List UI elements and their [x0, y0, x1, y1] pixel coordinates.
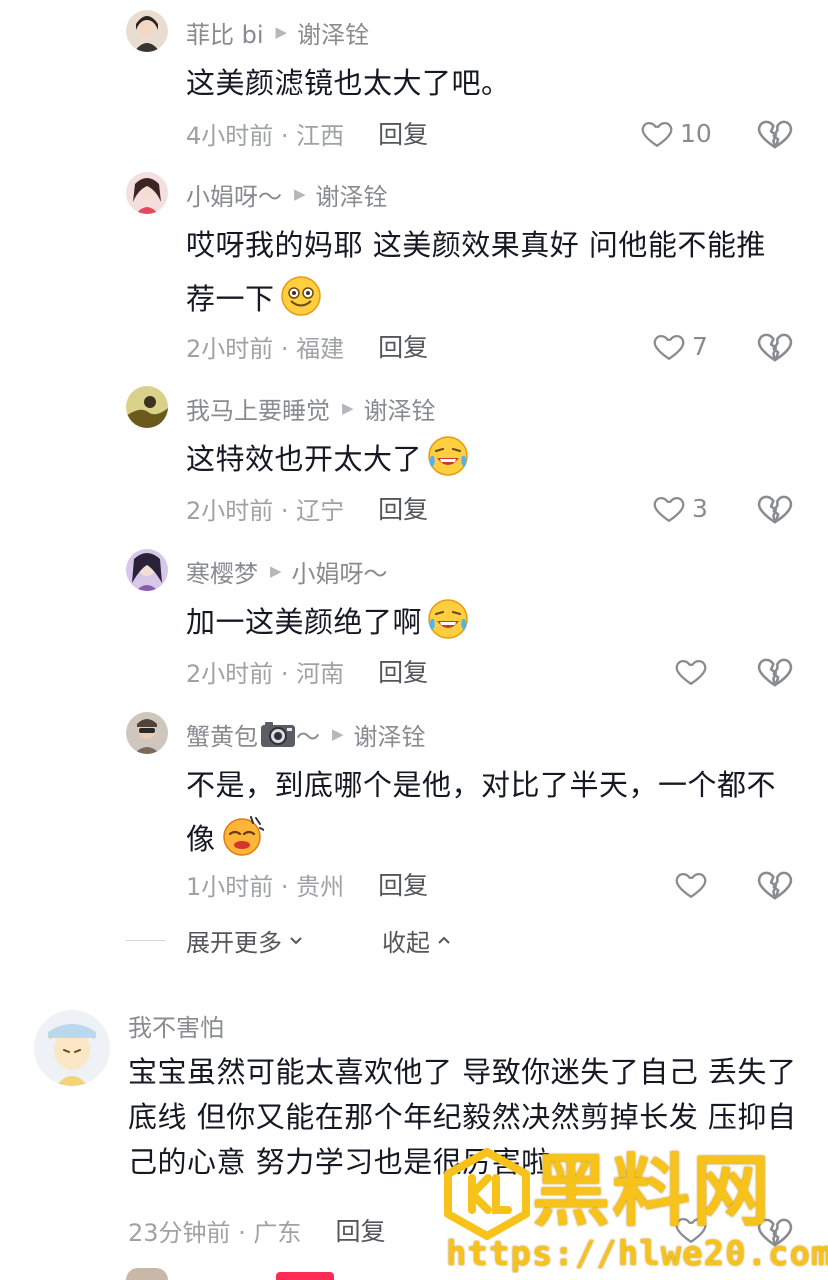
reply-to-user[interactable]: 谢泽铨 [316, 177, 388, 212]
avatar[interactable] [126, 386, 168, 428]
comment-text: 这特效也开太大了 [186, 432, 782, 486]
like-count: 10 [680, 118, 712, 148]
heart-icon [641, 121, 673, 148]
reply-button[interactable]: 回复 [378, 866, 428, 902]
comment-text: 加一这美颜绝了啊 [186, 595, 782, 649]
dislike-broken-heart-icon[interactable] [756, 327, 794, 365]
reply-to-user[interactable]: 小娟呀～ [292, 554, 388, 589]
avatar[interactable] [34, 1010, 110, 1086]
reply-arrow-icon: ▶ [294, 185, 306, 203]
username[interactable]: 我不害怕 [128, 1008, 224, 1043]
expand-more-button[interactable]: 展开更多 [186, 923, 304, 958]
time-location: 4小时前 · 江西 [186, 121, 345, 150]
expand-more-label: 展开更多 [186, 928, 282, 957]
watermark-logo-icon [444, 1148, 530, 1240]
reply-button[interactable]: 回复 [378, 328, 428, 364]
time-location: 1小时前 · 贵州 [186, 872, 345, 901]
avatar[interactable] [126, 549, 168, 591]
reply-to-user[interactable]: 谢泽铨 [364, 391, 436, 426]
heart-icon [653, 334, 685, 361]
username-suffix: ～ [296, 722, 320, 751]
reply-button[interactable]: 回复 [378, 653, 428, 689]
reply-arrow-icon: ▶ [275, 23, 288, 41]
collapse-button[interactable]: 收起 [382, 923, 452, 958]
sweat-emoji-icon [222, 816, 264, 856]
username[interactable]: 菲比 bi [186, 15, 264, 50]
comment-text-content: 加一这美颜绝了啊 [186, 605, 423, 639]
heart-icon [675, 872, 707, 899]
time-location: 2小时前 · 福建 [186, 334, 345, 363]
username[interactable]: 蟹黄包 [186, 717, 258, 752]
chevron-up-icon [438, 936, 450, 944]
reply-arrow-icon: ▶ [342, 399, 354, 417]
time-location: 2小时前 · 河南 [186, 659, 345, 688]
avatar[interactable] [126, 172, 168, 214]
comment-text-content: 这美颜滤镜也太大了吧。 [186, 66, 511, 100]
laugh-cry-emoji-icon [428, 436, 468, 476]
reply-to-user[interactable]: 谢泽铨 [297, 15, 369, 50]
divider [126, 939, 166, 941]
laugh-cry-emoji-icon [428, 599, 468, 639]
avatar[interactable] [126, 1268, 168, 1280]
reply-button[interactable]: 回复 [378, 490, 428, 526]
expand-collapse-row: 展开更多 收起 [126, 920, 452, 960]
like-button[interactable]: 3 [652, 488, 708, 528]
reply-arrow-icon: ▶ [332, 725, 344, 743]
time-location: 2小时前 · 辽宁 [186, 496, 345, 525]
smile-emoji-icon [280, 276, 321, 316]
dislike-broken-heart-icon[interactable] [756, 865, 794, 903]
watermark-url: https://hlwe20.com [446, 1234, 828, 1274]
status-badge [276, 1272, 334, 1280]
dislike-broken-heart-icon[interactable] [756, 489, 794, 527]
dislike-broken-heart-icon[interactable] [756, 652, 794, 690]
like-button[interactable] [674, 864, 708, 904]
watermark: 黑料网 https://hlwe20.com [436, 1146, 828, 1280]
watermark-text: 黑料网 [532, 1147, 773, 1237]
comment-text: 这美颜滤镜也太大了吧。 [186, 56, 782, 110]
time-location: 23分钟前 · 广东 [128, 1218, 302, 1247]
avatar[interactable] [126, 712, 168, 754]
comment-text: 哎呀我的妈耶 这美颜效果真好 问他能不能推荐一下 [186, 218, 782, 326]
dislike-broken-heart-icon[interactable] [756, 114, 794, 152]
comment-text: 不是，到底哪个是他，对比了半天，一个都不像 [186, 758, 782, 866]
comment-text-content: 这特效也开太大了 [186, 442, 423, 476]
like-button[interactable]: 7 [652, 326, 708, 366]
heart-icon [675, 659, 707, 686]
username[interactable]: 寒樱梦 [186, 554, 258, 589]
like-button[interactable]: 10 [640, 113, 712, 153]
reply-button[interactable]: 回复 [378, 115, 428, 151]
comment-text-content: 哎呀我的妈耶 这美颜效果真好 问他能不能推荐一下 [186, 228, 766, 316]
collapse-label: 收起 [382, 928, 430, 957]
username[interactable]: 我马上要睡觉 [186, 391, 330, 426]
comment-text-content: 不是，到底哪个是他，对比了半天，一个都不像 [186, 768, 777, 856]
chevron-down-icon [290, 937, 302, 945]
like-count: 3 [692, 493, 708, 523]
avatar[interactable] [126, 10, 168, 52]
reply-button[interactable]: 回复 [335, 1212, 385, 1248]
reply-arrow-icon: ▶ [270, 562, 282, 580]
like-button[interactable] [674, 651, 708, 691]
heart-icon [653, 496, 685, 523]
username[interactable]: 小娟呀～ [186, 177, 282, 212]
reply-to-user[interactable]: 谢泽铨 [354, 717, 426, 752]
camera-emoji-icon [261, 722, 295, 747]
like-count: 7 [692, 331, 708, 361]
